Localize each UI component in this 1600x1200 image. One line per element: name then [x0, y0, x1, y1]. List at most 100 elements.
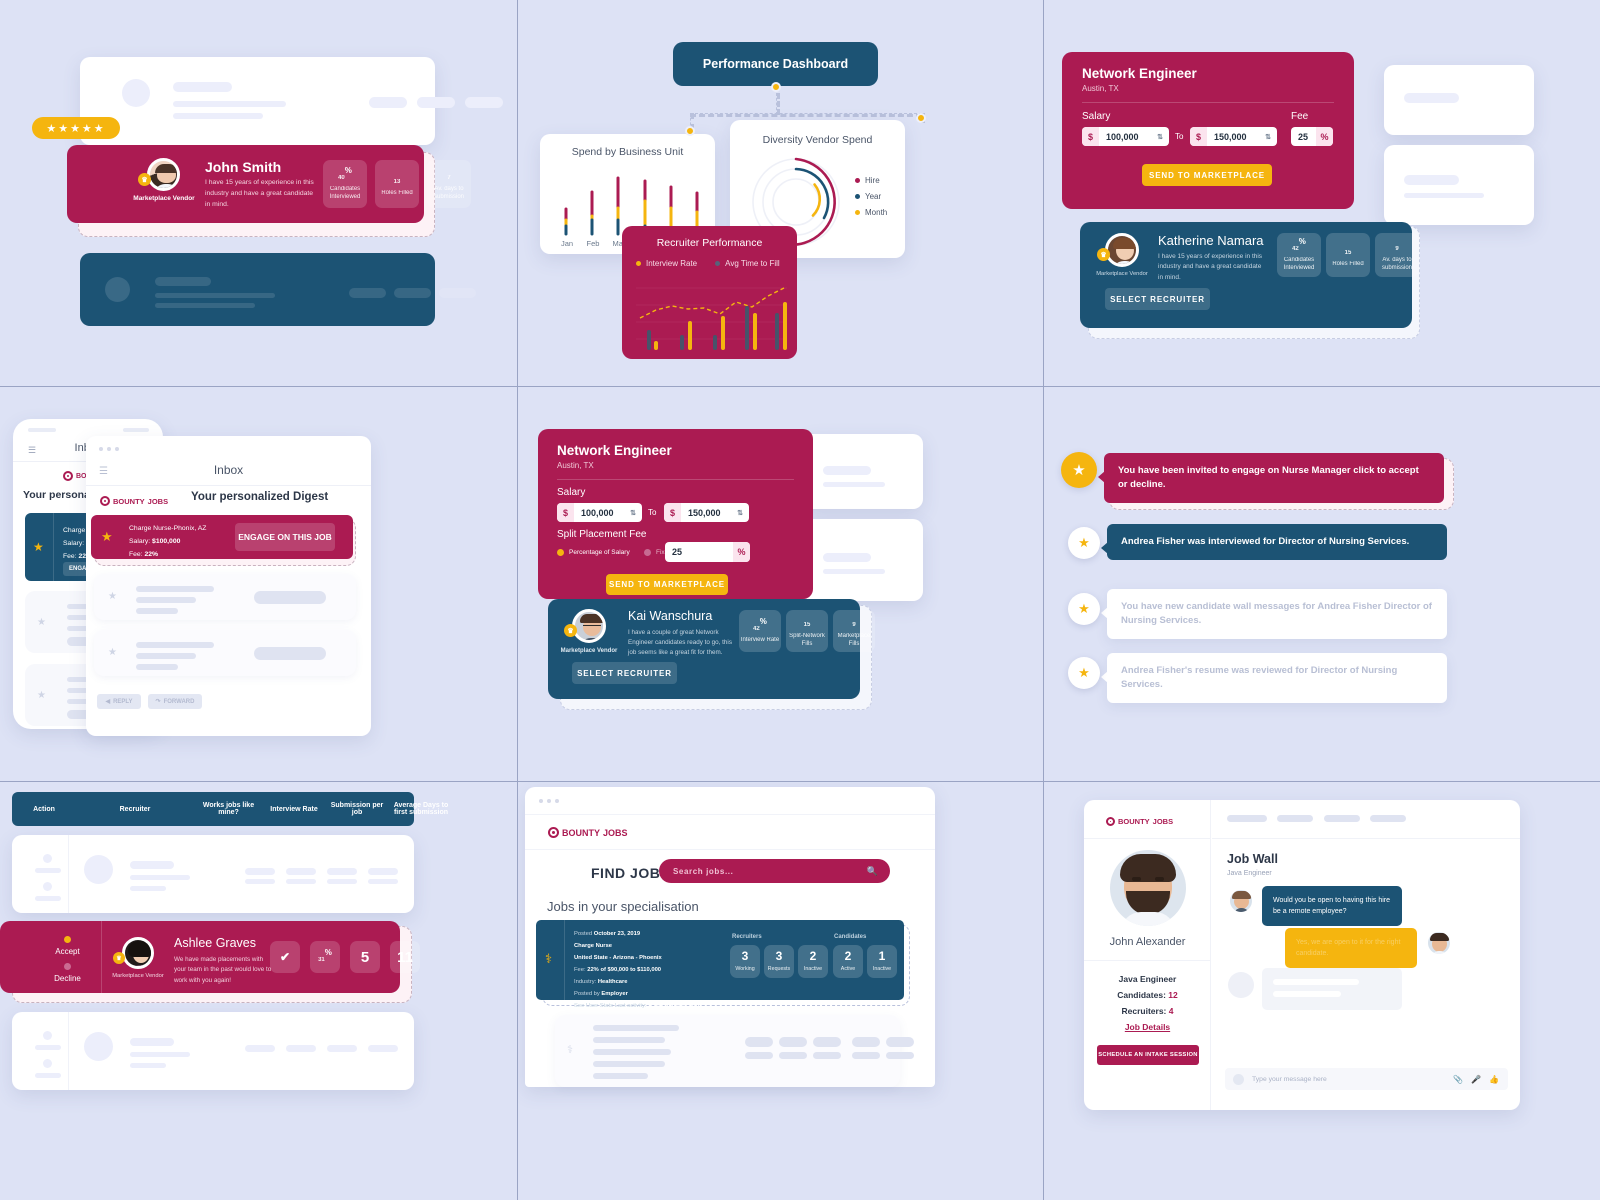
stat-value: 1: [878, 949, 886, 964]
reply-button[interactable]: ◀ REPLY: [97, 694, 141, 709]
accept-radio[interactable]: [64, 936, 71, 943]
legend-item: Interview Rate: [636, 259, 697, 268]
salary-max-field[interactable]: $ 150,000 ⇅: [1190, 127, 1277, 146]
table-row[interactable]: [12, 835, 414, 913]
ghost-nav-item[interactable]: [1227, 815, 1267, 822]
divider: [564, 920, 565, 1000]
stat-tile: 13 Roles Filled: [375, 160, 419, 208]
radio-ghost[interactable]: [43, 1059, 52, 1068]
decline-label[interactable]: Decline: [45, 974, 90, 983]
stat-value: 15: [1344, 249, 1352, 256]
ghost-nav-item[interactable]: [1277, 815, 1313, 822]
notification-text: You have been invited to engage on Nurse…: [1118, 465, 1419, 490]
job-card[interactable]: ⚕ Posted October 23, 2019 Charge Nurse U…: [536, 920, 904, 1009]
window-controls[interactable]: [99, 447, 119, 451]
composer-placeholder: Type your message here: [1252, 1075, 1327, 1083]
coin-badge: ♛: [1097, 248, 1110, 261]
salary-min-field[interactable]: $ 100,000 ⇅: [1082, 127, 1169, 146]
job-details-link[interactable]: Job Details: [1084, 1022, 1211, 1032]
star-icon[interactable]: ★: [108, 647, 117, 658]
dashboard-title-node[interactable]: Performance Dashboard: [673, 42, 878, 86]
star-chip[interactable]: ★: [1068, 527, 1100, 559]
thumbs-up-icon[interactable]: 👍: [1489, 1075, 1499, 1084]
accept-label[interactable]: Accept: [45, 947, 90, 956]
radio-ghost[interactable]: [43, 1031, 52, 1040]
stepper-icon[interactable]: ⇅: [1265, 133, 1271, 141]
message-composer[interactable]: Type your message here 📎 🎤 👍: [1225, 1068, 1508, 1090]
ghost-line: [368, 879, 398, 884]
notification-text: Andrea Fisher's resume was reviewed for …: [1121, 665, 1398, 690]
salary-max-field[interactable]: $ 150,000 ⇅: [664, 503, 749, 522]
ghost-line: [1273, 991, 1341, 997]
star-icon[interactable]: ★: [37, 617, 46, 628]
radio-ghost[interactable]: [43, 882, 52, 891]
legend-item: Avg Time to Fill: [715, 259, 780, 268]
notification-item[interactable]: Andrea Fisher was interviewed for Direct…: [1101, 524, 1447, 560]
star-icon[interactable]: ★: [33, 540, 44, 554]
ghost-card: [1384, 145, 1534, 225]
window-controls[interactable]: [539, 799, 559, 803]
panel-recruiter-card: ★★★★★ ♛ Marketplace Vendor John Smith I …: [0, 0, 517, 386]
attachment-icon[interactable]: 📎: [1453, 1075, 1463, 1084]
fee-field[interactable]: 25 %: [1291, 127, 1333, 146]
digest-job-row[interactable]: ★ Charge Nurse-Phonix, AZ Salary: $100,0…: [91, 515, 353, 559]
activity-value: A few minutes ago: [648, 1002, 700, 1009]
radio-percentage-of-salary[interactable]: Percentage of Salary: [557, 549, 630, 556]
ghost-line: [813, 1052, 841, 1059]
salary-min-value: 100,000: [581, 507, 614, 518]
search-input[interactable]: Search jobs... 🔍: [659, 859, 890, 883]
star-icon[interactable]: ★: [108, 591, 117, 602]
ghost-line: [1273, 979, 1359, 985]
microphone-icon[interactable]: 🎤: [1471, 1075, 1481, 1084]
fee-label: Fee:: [63, 552, 77, 560]
table-row[interactable]: [12, 1012, 414, 1090]
star-icon[interactable]: ★: [37, 690, 46, 701]
star-chip[interactable]: ★: [1068, 593, 1100, 625]
rating-stars: ★★★★★: [46, 122, 106, 135]
ghost-pill: [245, 868, 275, 875]
forward-button[interactable]: ↷ FORWARD: [148, 694, 202, 709]
ghost-nav-item[interactable]: [1370, 815, 1406, 822]
ghost-card-navy: [80, 253, 476, 326]
stat-sup: %: [759, 616, 767, 626]
recruiter-card[interactable]: ♛ Marketplace Vendor John Smith I have 1…: [67, 145, 471, 223]
notification-item[interactable]: You have new candidate wall messages for…: [1101, 589, 1447, 639]
select-recruiter-button[interactable]: SELECT RECRUITER: [572, 662, 677, 684]
ghost-line: [130, 875, 190, 880]
star-chip-active[interactable]: ★: [1061, 452, 1097, 488]
star-chip[interactable]: ★: [1068, 657, 1100, 689]
notification-item[interactable]: Andrea Fisher's resume was reviewed for …: [1101, 653, 1447, 703]
send-to-marketplace-button[interactable]: SEND TO MARKETPLACE: [606, 574, 728, 595]
decline-radio[interactable]: [64, 963, 71, 970]
notification-item[interactable]: You have been invited to engage on Nurse…: [1098, 453, 1444, 503]
forward-label: FORWARD: [163, 698, 195, 705]
stat-tile: 7 Av. days to submission: [427, 160, 471, 208]
recruiter-chart-svg: [636, 287, 787, 350]
send-to-marketplace-button[interactable]: SEND TO MARKETPLACE: [1142, 164, 1272, 186]
stepper-icon[interactable]: ⇅: [1157, 133, 1163, 141]
stepper-icon[interactable]: ⇅: [737, 509, 743, 517]
stat-value: 11: [397, 948, 413, 966]
emoji-icon[interactable]: [1233, 1073, 1244, 1085]
select-recruiter-button[interactable]: SELECT RECRUITER: [1105, 288, 1210, 310]
ghost-line: [136, 597, 196, 603]
stat-label: Roles Filled: [381, 190, 413, 196]
star-icon[interactable]: ★: [101, 529, 113, 545]
currency-icon: $: [664, 503, 681, 522]
stepper-icon[interactable]: ⇅: [630, 509, 636, 517]
digest-heading: Your personalized Digest: [191, 491, 329, 503]
radio-ghost[interactable]: [43, 854, 52, 863]
schedule-intake-button[interactable]: SCHEDULE AN INTAKE SESSION: [1097, 1045, 1199, 1065]
ghost-line: [245, 879, 275, 884]
flow-node-dot: [916, 113, 926, 123]
recruiters-requests: 3 Requests: [764, 945, 794, 978]
search-icon[interactable]: 🔍: [867, 866, 878, 877]
recruiter-role: Marketplace Vendor: [112, 973, 164, 979]
engage-button[interactable]: ENGAGE ON THIS JOB: [235, 523, 335, 551]
salary-min-field[interactable]: $ 100,000 ⇅: [557, 503, 642, 522]
fee-field[interactable]: 25 %: [665, 542, 750, 562]
ghost-nav-item[interactable]: [1324, 815, 1360, 822]
table-row-highlighted[interactable]: Accept Decline ♛ Marketplace Vendor Ashl…: [0, 921, 420, 993]
recruiter-card-katherine[interactable]: ♛ Marketplace Vendor Katherine Namara I …: [1080, 222, 1419, 328]
recruiter-card-kai[interactable]: ♛ Marketplace Vendor Kai Wanschura I hav…: [548, 599, 875, 699]
